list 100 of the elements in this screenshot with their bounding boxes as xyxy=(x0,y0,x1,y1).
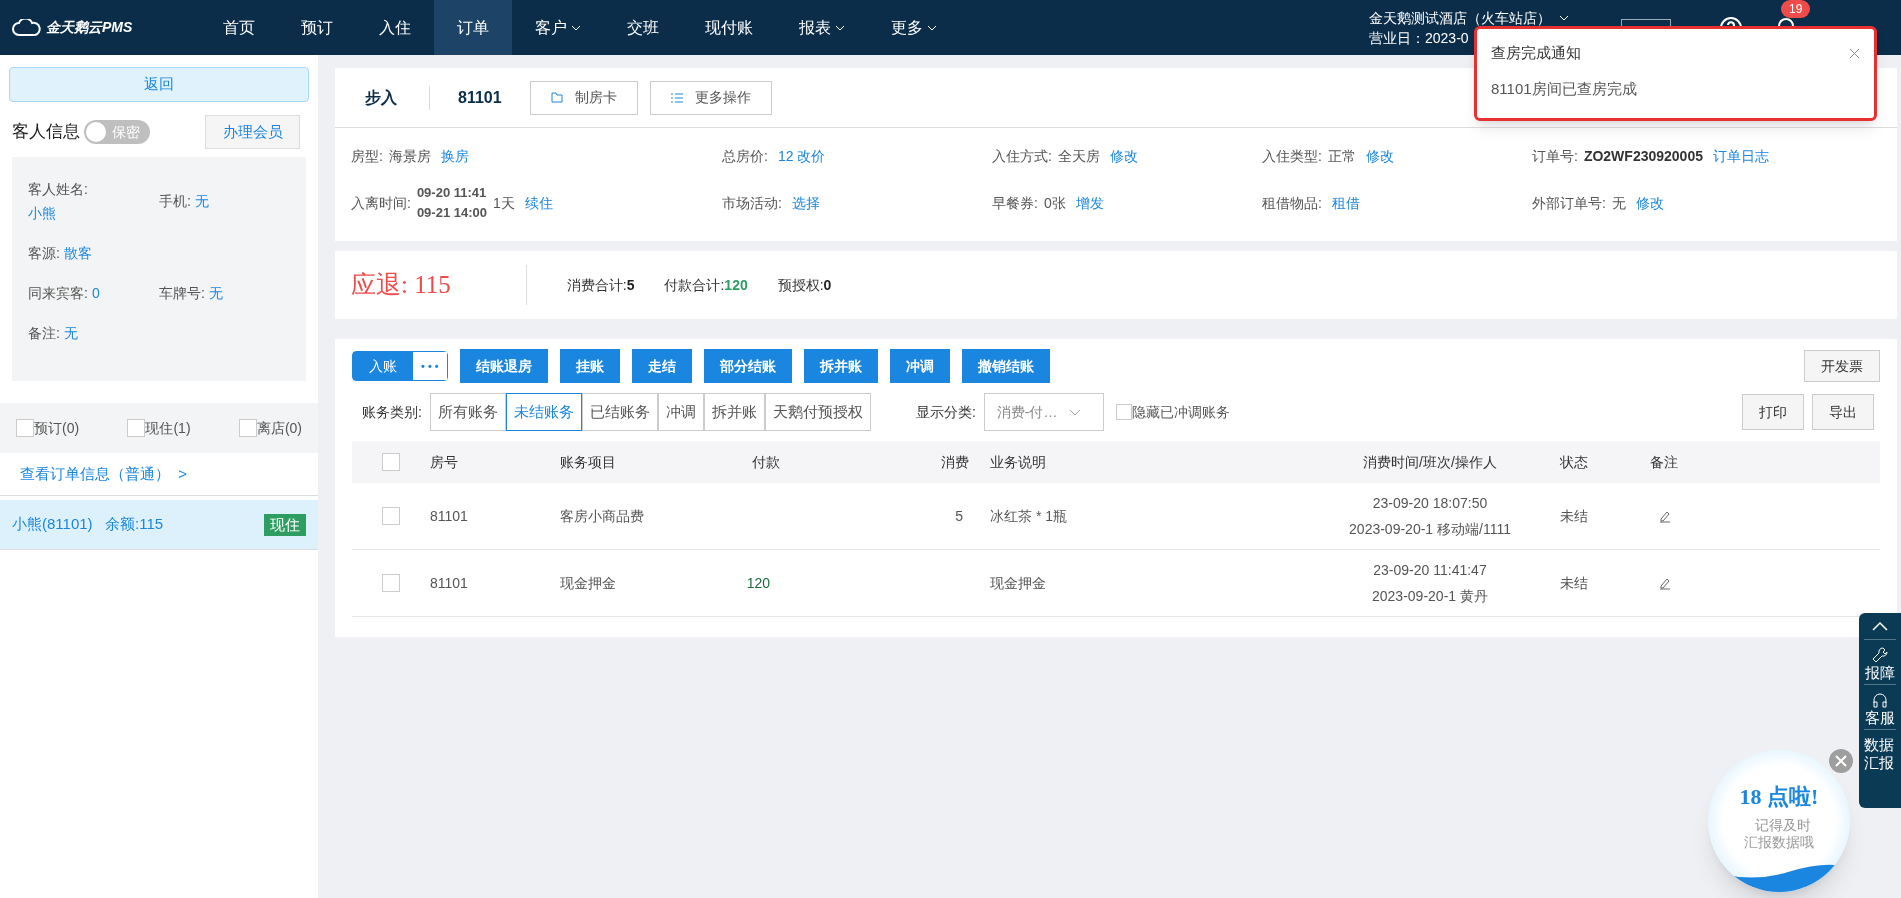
edit-icon[interactable] xyxy=(1658,576,1672,590)
table-cell-text: 现金押金 xyxy=(560,573,617,593)
total-label: 付款合计: xyxy=(664,275,725,295)
bill-category-tab[interactable]: 拆并账 xyxy=(703,393,765,431)
side-tool-label[interactable]: 报障 xyxy=(1865,664,1895,682)
field-link[interactable]: 修改 xyxy=(1635,192,1664,214)
bill-category-tab[interactable]: 已结账务 xyxy=(581,393,658,431)
side-tool-label[interactable]: 客服 xyxy=(1865,709,1895,727)
cloud-logo-icon xyxy=(12,18,42,37)
nav-tab[interactable]: 更多 xyxy=(868,0,960,55)
reminder-message: 记得及时汇报数据哦 xyxy=(1743,817,1815,851)
field-value: 09-21 14:00 xyxy=(416,204,487,222)
action-button[interactable]: 制房卡 xyxy=(529,80,638,115)
edit-icon[interactable] xyxy=(1658,509,1672,523)
list-icon xyxy=(670,92,683,103)
field-label: 租借物品: xyxy=(1262,193,1322,213)
nav-tab[interactable]: 报表 xyxy=(776,0,868,55)
invoice-button[interactable]: 开发票 xyxy=(1804,350,1880,382)
side-tool-label[interactable]: 数据汇报 xyxy=(1864,736,1896,772)
bill-action-button[interactable]: 冲调 xyxy=(889,349,950,383)
field-link[interactable]: 12 改价 xyxy=(777,146,826,167)
nav-tab[interactable]: 客户 xyxy=(512,0,604,55)
table-cell: 120 xyxy=(746,574,770,591)
status-tag: 现住 xyxy=(264,513,306,536)
row-checkbox[interactable] xyxy=(382,507,400,525)
folder-icon xyxy=(550,92,563,103)
nav-tab[interactable]: 入住 xyxy=(356,0,434,55)
bill-action-button[interactable]: 走结 xyxy=(631,349,692,383)
field-label: 总房价: xyxy=(722,147,768,166)
column-header: 业务说明 xyxy=(990,453,1046,470)
action-button[interactable]: 更多操作 xyxy=(649,80,772,115)
filter-checkbox[interactable]: 离店(0) xyxy=(238,417,302,439)
nav-tab[interactable]: 现付账 xyxy=(682,0,776,55)
field-link[interactable]: 租借 xyxy=(1331,192,1360,214)
hide-adjusted-checkbox[interactable]: 隐藏已冲调账务 xyxy=(1115,401,1230,423)
field-link[interactable]: 订单日志 xyxy=(1712,146,1769,167)
print-button[interactable]: 打印 xyxy=(1742,394,1804,430)
column-header: 备注 xyxy=(1650,453,1678,470)
bill-action-button[interactable]: 结账退房 xyxy=(459,349,548,383)
filter-checkbox[interactable]: 现住(1) xyxy=(127,417,191,439)
export-button[interactable]: 导出 xyxy=(1812,394,1874,430)
field-link[interactable]: 选择 xyxy=(791,192,820,214)
display-select[interactable]: 消费-付… xyxy=(983,393,1104,431)
column-header: 消费 xyxy=(941,453,969,470)
close-icon[interactable] xyxy=(1849,47,1860,59)
field-link[interactable]: 修改 xyxy=(1109,146,1138,167)
field-link[interactable]: 修改 xyxy=(1365,146,1394,167)
total-label: 预授权: xyxy=(777,275,824,295)
total-label: 消费合计: xyxy=(566,275,627,295)
column-header: 账务项目 xyxy=(560,453,616,470)
field-value: 正常 xyxy=(1327,147,1356,166)
field-label: 市场活动: xyxy=(722,193,782,213)
table-cell-text: 23-09-20 11:41:47 xyxy=(1373,561,1487,580)
nav-tab[interactable]: 预订 xyxy=(278,0,356,55)
notification-message: 81101房间已查房完成 xyxy=(1491,78,1638,99)
field-label: 房型: xyxy=(351,147,383,166)
nav-tab[interactable]: 交班 xyxy=(604,0,682,55)
bill-category-tab[interactable]: 所有账务 xyxy=(429,393,506,431)
order-info-link[interactable]: 查看订单信息（普通） > xyxy=(20,462,188,486)
toggle-knob xyxy=(86,122,106,142)
close-icon[interactable] xyxy=(1829,749,1853,773)
wrench-icon[interactable] xyxy=(1871,646,1889,664)
field-value: 小熊 xyxy=(28,204,57,223)
chevron-up-icon[interactable] xyxy=(1872,621,1888,631)
hotel-name[interactable]: 金天鹅测试酒店（火车站店） xyxy=(1369,7,1551,28)
table-cell-text: 未结 xyxy=(1560,573,1589,593)
field-link[interactable]: 换房 xyxy=(440,146,469,167)
field-link[interactable]: 增发 xyxy=(1075,192,1104,214)
bill-action-button[interactable]: 拆并账 xyxy=(803,349,878,383)
bill-action-button[interactable]: 部分结账 xyxy=(703,349,792,383)
field-value: 散客 xyxy=(63,244,92,263)
bill-action-button[interactable]: 撤销结账 xyxy=(961,349,1050,383)
bill-action-button[interactable]: 挂账 xyxy=(559,349,620,383)
nav-tab[interactable]: 首页 xyxy=(200,0,278,55)
select-all-checkbox[interactable] xyxy=(382,453,400,471)
field-label: 客人姓名: xyxy=(28,180,89,199)
field-value: 无 xyxy=(208,284,223,303)
row-checkbox[interactable] xyxy=(382,574,400,592)
room-list-item[interactable]: 小熊(81101) 余额:115 现住 xyxy=(0,500,318,550)
member-button[interactable]: 办理会员 xyxy=(205,115,300,149)
check-in-type: 步入 xyxy=(365,85,430,110)
bill-category-tab[interactable]: 天鹅付预授权 xyxy=(764,393,871,431)
field-label: 入住类型: xyxy=(1262,147,1322,166)
table-cell-text: 81101 xyxy=(430,506,469,526)
field-label: 外部订单号: xyxy=(1532,193,1606,213)
bill-category-tab[interactable]: 冲调 xyxy=(657,393,704,431)
field-label: 手机: xyxy=(159,192,191,211)
field-value: 0张 xyxy=(1043,193,1066,213)
back-button[interactable]: 返回 xyxy=(9,67,309,102)
chevron-down-icon xyxy=(1069,408,1082,416)
post-charge-button[interactable]: 入账 xyxy=(353,352,413,380)
bill-category-tab[interactable]: 未结账务 xyxy=(505,393,582,431)
headset-icon[interactable] xyxy=(1871,691,1889,709)
field-label: 入离时间: xyxy=(351,193,411,213)
reminder-bubble[interactable]: 18 点啦! 记得及时汇报数据哦 xyxy=(1708,750,1850,892)
nav-tab[interactable]: 订单 xyxy=(434,0,512,55)
filter-checkbox[interactable]: 预订(0) xyxy=(16,417,80,439)
reminder-title: 18 点啦! xyxy=(1739,783,1819,811)
field-link[interactable]: 续住 xyxy=(524,192,553,214)
post-charge-button-group[interactable]: 入账 • • • xyxy=(352,351,448,381)
